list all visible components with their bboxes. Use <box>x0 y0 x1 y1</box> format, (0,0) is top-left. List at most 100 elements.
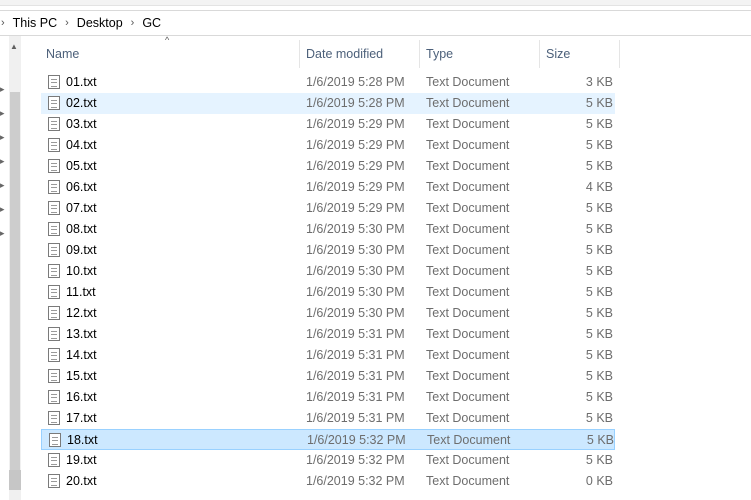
text-file-icon <box>48 474 60 488</box>
file-type: Text Document <box>426 117 510 131</box>
file-type: Text Document <box>426 159 510 173</box>
file-row[interactable]: 07.txt 1/6/2019 5:29 PM Text Document 5 KB <box>41 198 615 219</box>
column-header-date-modified[interactable]: Date modified <box>300 40 419 68</box>
file-row[interactable]: 12.txt 1/6/2019 5:30 PM Text Document 5 KB <box>41 303 615 324</box>
file-size: 5 KB <box>586 433 614 447</box>
file-size: 0 KB <box>585 474 613 488</box>
file-date-modified: 1/6/2019 5:30 PM <box>306 222 405 236</box>
file-row[interactable]: 16.txt 1/6/2019 5:31 PM Text Document 5 KB <box>41 387 615 408</box>
file-type: Text Document <box>426 180 510 194</box>
file-name: 04.txt <box>66 138 97 152</box>
file-row[interactable]: 08.txt 1/6/2019 5:30 PM Text Document 5 KB <box>41 219 615 240</box>
file-size: 5 KB <box>585 306 613 320</box>
file-row[interactable]: 18.txt 1/6/2019 5:32 PM Text Document 5 KB <box>41 429 615 450</box>
file-type: Text Document <box>426 264 510 278</box>
file-size: 5 KB <box>585 327 613 341</box>
file-size: 5 KB <box>585 159 613 173</box>
address-bar[interactable]: › This PC › Desktop › GC <box>0 10 751 36</box>
file-type: Text Document <box>426 411 510 425</box>
file-size: 5 KB <box>585 117 613 131</box>
breadcrumb-desktop[interactable]: Desktop <box>77 16 123 30</box>
chevron-right-icon[interactable]: ▸ <box>0 156 5 167</box>
file-row[interactable]: 11.txt 1/6/2019 5:30 PM Text Document 5 KB <box>41 282 615 303</box>
file-row[interactable]: 03.txt 1/6/2019 5:29 PM Text Document 5 KB <box>41 114 615 135</box>
file-row[interactable]: 02.txt 1/6/2019 5:28 PM Text Document 5 KB <box>41 93 615 114</box>
file-name: 11.txt <box>66 285 96 299</box>
file-date-modified: 1/6/2019 5:32 PM <box>307 433 406 447</box>
window-top-strip <box>0 0 751 6</box>
file-name: 17.txt <box>66 411 97 425</box>
file-type: Text Document <box>426 306 510 320</box>
text-file-icon <box>48 222 60 236</box>
file-name: 20.txt <box>66 474 97 488</box>
file-type: Text Document <box>426 243 510 257</box>
file-row[interactable]: 20.txt 1/6/2019 5:32 PM Text Document 0 KB <box>41 471 615 492</box>
text-file-icon <box>48 285 60 299</box>
chevron-right-icon[interactable]: ▸ <box>0 132 5 143</box>
file-date-modified: 1/6/2019 5:32 PM <box>306 453 405 467</box>
file-size: 5 KB <box>585 138 613 152</box>
file-row[interactable]: 09.txt 1/6/2019 5:30 PM Text Document 5 KB <box>41 240 615 261</box>
column-divider[interactable] <box>619 40 620 68</box>
text-file-icon <box>48 348 60 362</box>
file-date-modified: 1/6/2019 5:29 PM <box>306 180 405 194</box>
file-row[interactable]: 19.txt 1/6/2019 5:32 PM Text Document 5 KB <box>41 450 615 471</box>
text-file-icon <box>48 243 60 257</box>
chevron-right-icon[interactable]: ▸ <box>0 108 5 119</box>
file-size: 5 KB <box>585 264 613 278</box>
file-name: 08.txt <box>66 222 97 236</box>
file-size: 5 KB <box>585 348 613 362</box>
column-header-type[interactable]: Type <box>420 40 539 68</box>
text-file-icon <box>48 327 60 341</box>
file-row[interactable]: 14.txt 1/6/2019 5:31 PM Text Document 5 KB <box>41 345 615 366</box>
file-row[interactable]: 06.txt 1/6/2019 5:29 PM Text Document 4 KB <box>41 177 615 198</box>
file-size: 5 KB <box>585 96 613 110</box>
file-row[interactable]: 17.txt 1/6/2019 5:31 PM Text Document 5 KB <box>41 408 615 429</box>
chevron-right-icon[interactable]: › <box>131 17 135 29</box>
scrollbar-thumb[interactable] <box>10 92 20 470</box>
text-file-icon <box>48 411 60 425</box>
file-date-modified: 1/6/2019 5:29 PM <box>306 201 405 215</box>
scroll-up-icon[interactable]: ▲ <box>10 42 18 51</box>
file-date-modified: 1/6/2019 5:28 PM <box>306 96 405 110</box>
chevron-right-icon[interactable]: ▸ <box>0 228 5 239</box>
file-row[interactable]: 04.txt 1/6/2019 5:29 PM Text Document 5 KB <box>41 135 615 156</box>
file-size: 3 KB <box>585 75 613 89</box>
file-row[interactable]: 13.txt 1/6/2019 5:31 PM Text Document 5 KB <box>41 324 615 345</box>
file-name: 16.txt <box>66 390 97 404</box>
chevron-right-icon[interactable]: › <box>65 17 69 29</box>
file-type: Text Document <box>426 138 510 152</box>
file-name: 19.txt <box>66 453 97 467</box>
file-row[interactable]: 10.txt 1/6/2019 5:30 PM Text Document 5 KB <box>41 261 615 282</box>
breadcrumb-gc[interactable]: GC <box>142 16 161 30</box>
chevron-right-icon[interactable]: ▸ <box>0 84 5 95</box>
file-name: 18.txt <box>67 433 98 447</box>
text-file-icon <box>48 453 60 467</box>
file-row[interactable]: 05.txt 1/6/2019 5:29 PM Text Document 5 KB <box>41 156 615 177</box>
file-name: 05.txt <box>66 159 97 173</box>
file-name: 07.txt <box>66 201 97 215</box>
file-row[interactable]: 01.txt 1/6/2019 5:28 PM Text Document 3 KB <box>41 72 615 93</box>
nav-pane-scrollbar[interactable]: ▲ <box>9 36 21 500</box>
file-date-modified: 1/6/2019 5:31 PM <box>306 411 405 425</box>
scrollbar-track[interactable] <box>9 470 21 490</box>
file-row[interactable]: 15.txt 1/6/2019 5:31 PM Text Document 5 KB <box>41 366 615 387</box>
breadcrumb-this-pc[interactable]: This PC <box>13 16 57 30</box>
file-type: Text Document <box>426 390 510 404</box>
chevron-right-icon[interactable]: ▸ <box>0 180 5 191</box>
file-name: 13.txt <box>66 327 97 341</box>
file-date-modified: 1/6/2019 5:32 PM <box>306 474 405 488</box>
file-date-modified: 1/6/2019 5:30 PM <box>306 243 405 257</box>
text-file-icon <box>48 159 60 173</box>
file-type: Text Document <box>426 474 510 488</box>
file-size: 5 KB <box>585 201 613 215</box>
chevron-right-icon[interactable]: › <box>1 17 5 29</box>
file-name: 06.txt <box>66 180 97 194</box>
file-type: Text Document <box>426 285 510 299</box>
column-header-size[interactable]: Size <box>540 40 619 68</box>
text-file-icon <box>48 180 60 194</box>
chevron-right-icon[interactable]: ▸ <box>0 204 5 215</box>
text-file-icon <box>49 433 61 447</box>
file-type: Text Document <box>426 348 510 362</box>
column-header-name[interactable]: Name <box>40 40 299 68</box>
